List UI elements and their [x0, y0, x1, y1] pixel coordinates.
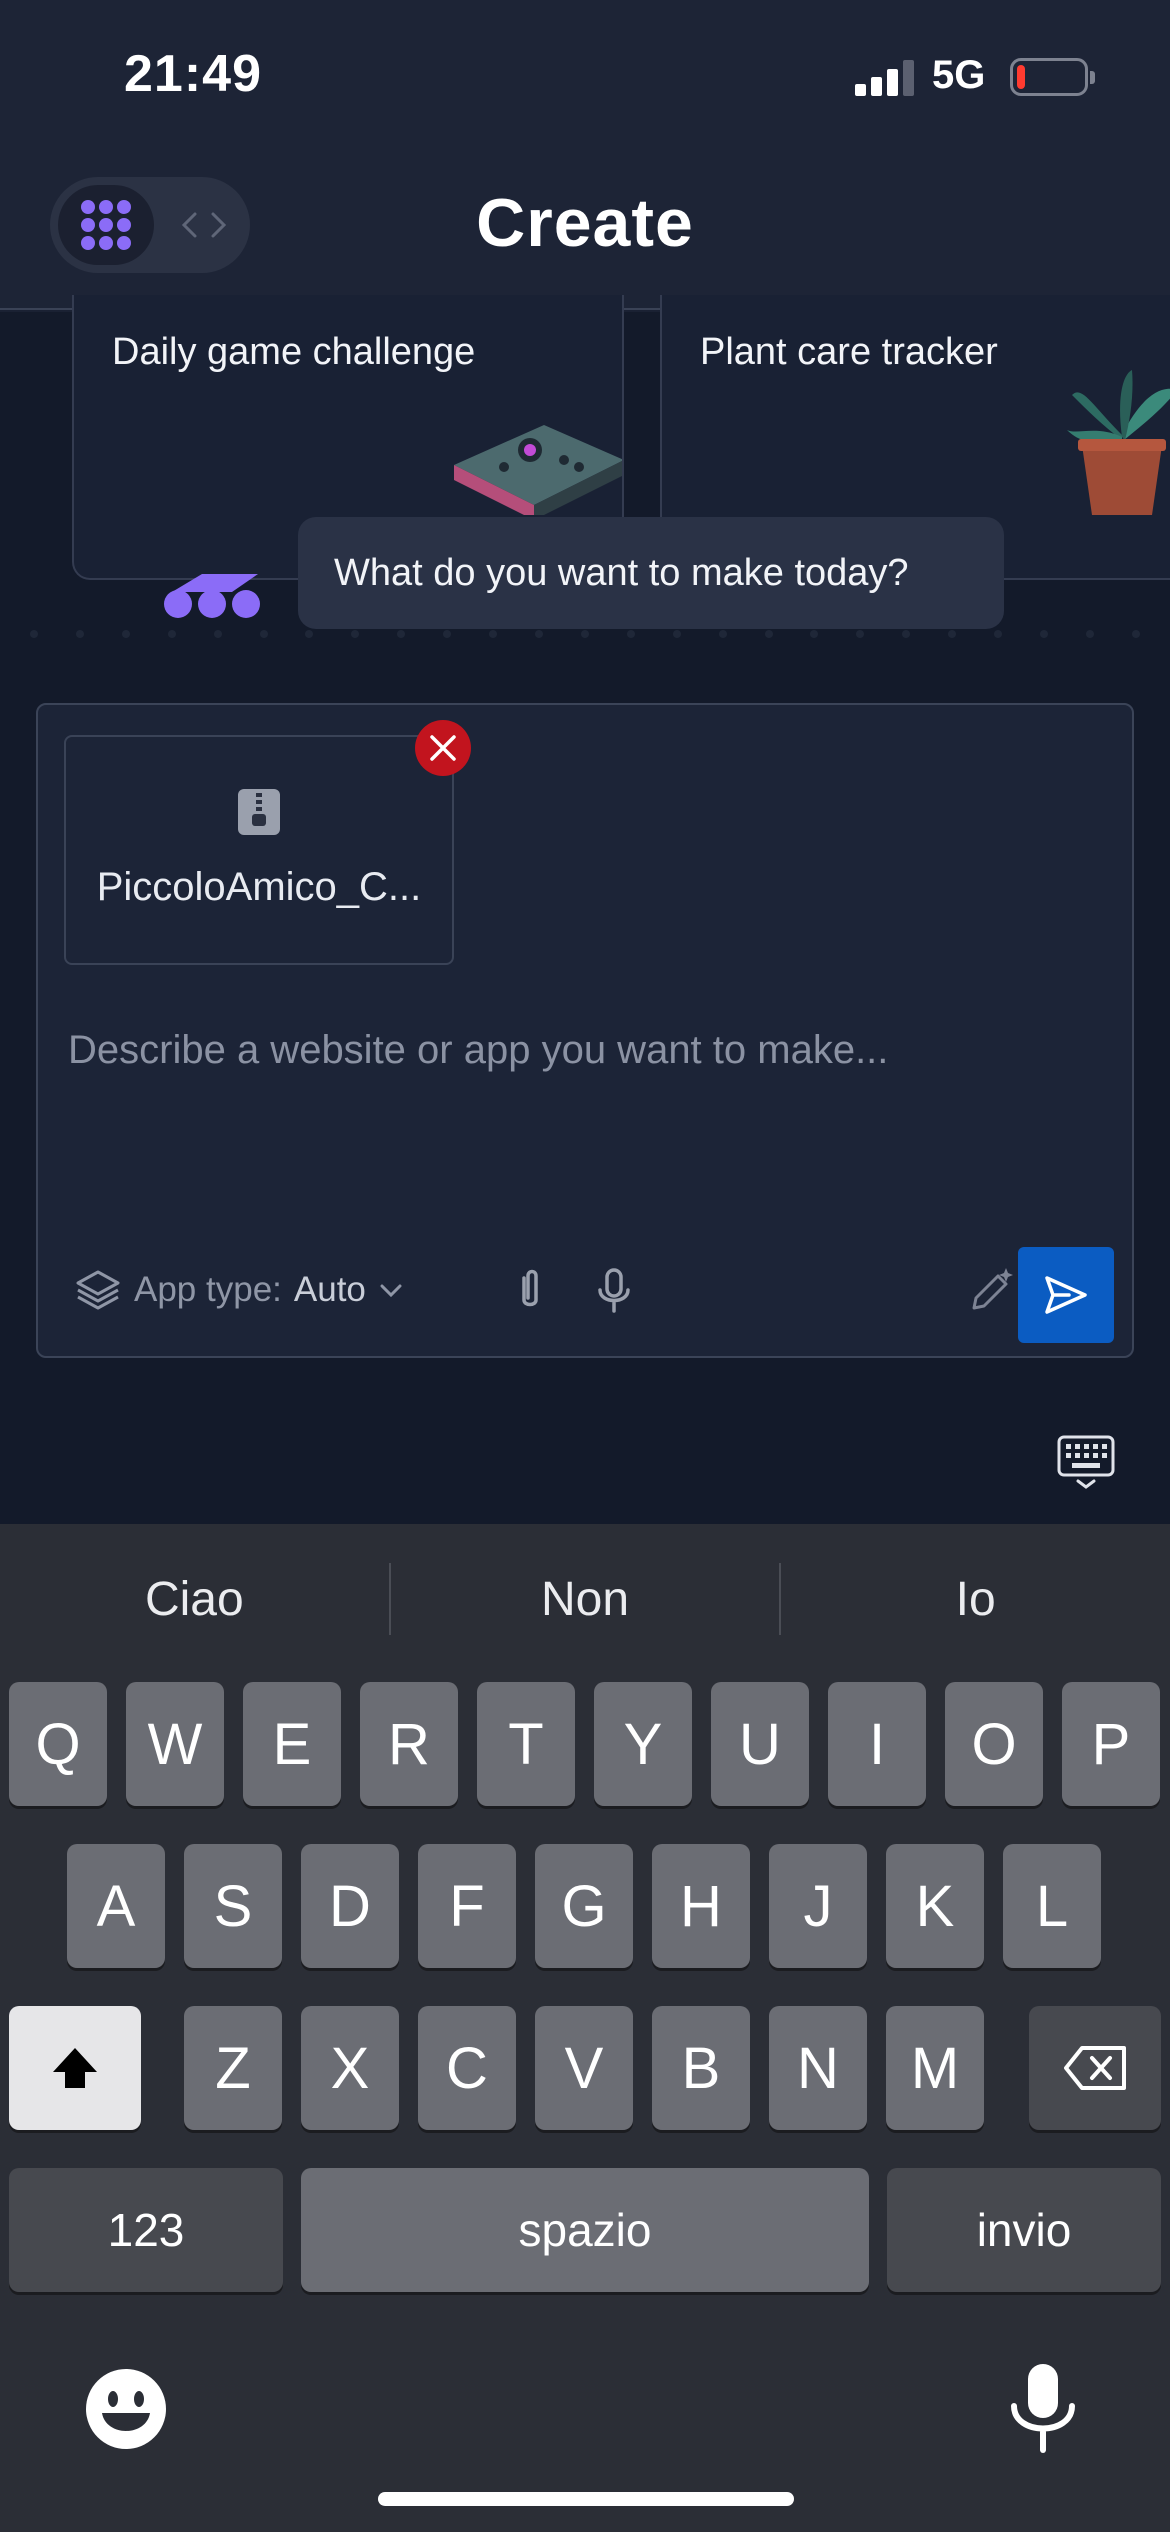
- network-type: 5G: [932, 53, 986, 97]
- numbers-key[interactable]: 123: [9, 2168, 283, 2292]
- status-bar: 21:49 5G: [0, 0, 1170, 150]
- paperclip-icon[interactable]: [504, 1264, 556, 1316]
- key-c[interactable]: C: [418, 2006, 516, 2130]
- key-v[interactable]: V: [535, 2006, 633, 2130]
- key-i[interactable]: I: [828, 1682, 926, 1806]
- attachment-file-name: PiccoloAmico_C...: [96, 865, 422, 909]
- key-e[interactable]: E: [243, 1682, 341, 1806]
- close-icon: [430, 735, 456, 761]
- prediction-2[interactable]: Non: [391, 1572, 780, 1627]
- home-indicator[interactable]: [378, 2492, 794, 2506]
- assistant-message-text: What do you want to make today?: [334, 551, 909, 594]
- suggestion-card-title: Plant care tracker: [700, 331, 998, 373]
- shift-key[interactable]: [9, 2006, 141, 2130]
- potted-plant-illustration: [1067, 370, 1170, 515]
- shift-icon: [53, 2048, 97, 2088]
- key-x[interactable]: X: [301, 2006, 399, 2130]
- key-b[interactable]: B: [652, 2006, 750, 2130]
- zip-file-icon: [238, 789, 280, 835]
- key-k[interactable]: K: [886, 1844, 984, 1968]
- chevron-down-icon: [380, 1284, 402, 1298]
- backspace-icon: [1064, 2046, 1126, 2090]
- app-type-label: App type:: [134, 1270, 282, 1309]
- game-console-illustration: [454, 425, 622, 515]
- background-dots: [30, 630, 1140, 640]
- prediction-1[interactable]: Ciao: [0, 1572, 389, 1627]
- send-button[interactable]: [1018, 1247, 1114, 1343]
- key-u[interactable]: U: [711, 1682, 809, 1806]
- app-header: Create: [0, 150, 1170, 310]
- key-o[interactable]: O: [945, 1682, 1043, 1806]
- key-l[interactable]: L: [1003, 1844, 1101, 1968]
- predictive-bar: Ciao Non Io: [0, 1524, 1170, 1674]
- page-title: Create: [476, 185, 694, 261]
- prompt-input[interactable]: [68, 1005, 1098, 1095]
- keyboard-dismiss-icon[interactable]: [1056, 1434, 1116, 1490]
- key-w[interactable]: W: [126, 1682, 224, 1806]
- key-h[interactable]: H: [652, 1844, 750, 1968]
- key-r[interactable]: R: [360, 1682, 458, 1806]
- key-n[interactable]: N: [769, 2006, 867, 2130]
- battery-icon: [1010, 58, 1095, 96]
- battery-level: [1017, 65, 1025, 89]
- key-q[interactable]: Q: [9, 1682, 107, 1806]
- app-type-value: Auto: [293, 1270, 366, 1309]
- key-p[interactable]: P: [1062, 1682, 1160, 1806]
- emoji-icon[interactable]: [84, 2367, 168, 2451]
- key-f[interactable]: F: [418, 1844, 516, 1968]
- key-a[interactable]: A: [67, 1844, 165, 1968]
- status-time: 21:49: [124, 45, 262, 103]
- microphone-icon[interactable]: [588, 1264, 640, 1316]
- return-key[interactable]: invio: [887, 2168, 1161, 2292]
- prompt-composer: PiccoloAmico_C... App type: Auto: [36, 703, 1134, 1358]
- send-icon: [1045, 1276, 1087, 1314]
- prediction-3[interactable]: Io: [781, 1572, 1170, 1627]
- backspace-key[interactable]: [1029, 2006, 1161, 2130]
- key-j[interactable]: J: [769, 1844, 867, 1968]
- attachment-chip[interactable]: PiccoloAmico_C...: [64, 735, 454, 965]
- key-s[interactable]: S: [184, 1844, 282, 1968]
- cellular-signal-icon: [855, 58, 915, 96]
- remove-attachment-button[interactable]: [415, 720, 471, 776]
- assistant-logo-icon: [164, 574, 260, 618]
- space-key[interactable]: spazio: [301, 2168, 869, 2292]
- assistant-message-bubble: What do you want to make today?: [298, 517, 1004, 629]
- dictation-mic-icon[interactable]: [1006, 2362, 1080, 2454]
- magic-pen-icon[interactable]: [966, 1264, 1018, 1316]
- key-d[interactable]: D: [301, 1844, 399, 1968]
- key-g[interactable]: G: [535, 1844, 633, 1968]
- system-keyboard: Ciao Non Io Q W E R T Y U I O P A S D F …: [0, 1524, 1170, 2532]
- suggestion-card-title: Daily game challenge: [112, 331, 476, 373]
- key-m[interactable]: M: [886, 2006, 984, 2130]
- key-y[interactable]: Y: [594, 1682, 692, 1806]
- app-type-selector[interactable]: App type: Auto: [74, 1260, 404, 1320]
- key-t[interactable]: T: [477, 1682, 575, 1806]
- key-z[interactable]: Z: [184, 2006, 282, 2130]
- composer-toolbar: App type: Auto: [38, 1240, 1132, 1343]
- layers-icon: [76, 1270, 120, 1310]
